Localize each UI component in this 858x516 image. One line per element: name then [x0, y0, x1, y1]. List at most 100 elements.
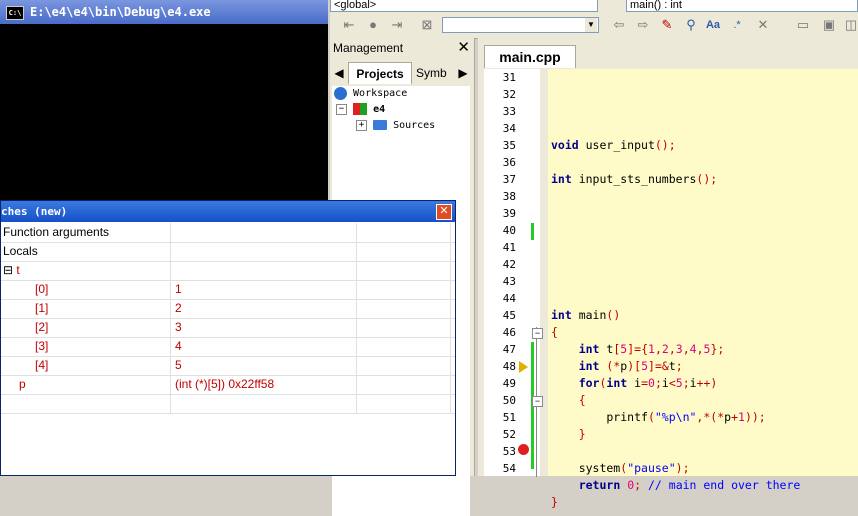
current-line-arrow-icon — [519, 361, 528, 373]
highlight-pen-icon[interactable]: ✎ — [658, 16, 676, 34]
line-number: 35 — [502, 139, 516, 152]
line-number: 36 — [502, 156, 516, 169]
watch-value-cell — [171, 242, 357, 261]
watch-name-cell: ⊟ t — [1, 261, 171, 280]
code-line: } — [578, 427, 586, 441]
line-number: 48 — [502, 360, 516, 373]
find-icon[interactable]: ⚲ — [682, 16, 700, 34]
line-number: 49 — [502, 377, 516, 390]
code-line: printf("%p\n",*(*p+1)); — [551, 410, 766, 424]
watch-row[interactable]: [1] 2 — [1, 299, 455, 319]
chevron-down-icon[interactable]: ▼ — [585, 18, 597, 32]
watches-window: ches (new) ✕ Function arguments Locals ⊟ t… — [0, 200, 456, 476]
console-icon: C:\ — [6, 5, 24, 20]
line-number: 47 — [502, 343, 516, 356]
watch-row[interactable]: [3] 4 — [1, 337, 455, 357]
line-number: 43 — [502, 275, 516, 288]
watch-type-cell — [357, 261, 451, 280]
jump-forward-icon[interactable]: ⇥ — [388, 16, 406, 34]
watch-type-cell — [357, 318, 451, 337]
watch-value-cell — [171, 261, 357, 280]
clear-icon[interactable]: ⊠ — [418, 16, 436, 34]
tree-item-project[interactable]: − e4 — [336, 102, 385, 118]
expand-icon[interactable]: + — [356, 119, 367, 131]
breakpoint-icon[interactable] — [518, 444, 529, 455]
line-number: 45 — [502, 309, 516, 322]
watch-row[interactable]: [2] 3 — [1, 318, 455, 338]
editor-pane: main.cpp 31 32 33 34 35 36 37 38 39 40 41 42 43 44 45 4… — [478, 38, 858, 509]
watch-type-cell — [357, 356, 451, 375]
line-gutter[interactable]: 31 32 33 34 35 36 37 38 39 40 41 42 43 44 45 46 47 48 49 50… — [484, 69, 543, 477]
search-combo[interactable]: ▼ — [442, 17, 599, 33]
watch-name-cell: [0] — [1, 280, 171, 299]
watch-row[interactable]: ⊟ t — [1, 261, 455, 281]
collapse-icon[interactable]: − — [336, 103, 347, 115]
watch-row[interactable]: Locals — [1, 242, 455, 262]
fold-collapse-icon[interactable]: − — [532, 396, 543, 407]
code-line: int input_sts_numbers(); — [551, 172, 718, 186]
code-line: int (*p)[5]=&t; — [578, 359, 683, 373]
code-line: for(int i=0;i<5;i++) — [578, 376, 718, 390]
window-dual-icon[interactable]: ◫ — [842, 16, 858, 34]
window-icon[interactable]: ▣ — [820, 16, 838, 34]
line-number: 34 — [502, 122, 516, 135]
watch-name: t — [16, 263, 20, 277]
code-line: system("pause"); — [551, 461, 690, 475]
line-number: 46 — [502, 326, 516, 339]
tree-label-sources: Sources — [393, 120, 436, 131]
fold-collapse-icon[interactable]: − — [532, 328, 543, 339]
watch-row[interactable]: [4] 5 — [1, 356, 455, 376]
watch-row[interactable] — [1, 394, 455, 414]
tab-scroll-left-icon[interactable]: ◀ — [332, 62, 346, 84]
line-number: 51 — [502, 411, 516, 424]
arrow-left-icon[interactable]: ⇦ — [610, 16, 628, 34]
line-number: 53 — [502, 445, 516, 458]
line-number: 42 — [502, 258, 516, 271]
tab-symbols[interactable]: Symb — [416, 62, 456, 84]
watch-value-cell: 5 — [171, 356, 357, 375]
watch-row[interactable]: [0] 1 — [1, 280, 455, 300]
tree-item-workspace[interactable]: Workspace — [334, 86, 407, 102]
line-number: 40 — [502, 224, 516, 237]
watch-name: [3] — [35, 339, 49, 353]
tab-projects[interactable]: Projects — [348, 62, 412, 84]
watch-type-cell — [357, 299, 451, 318]
watches-grid: Function arguments Locals ⊟ t [0] 1 [1] 2 [2] 3[… — [1, 223, 455, 473]
watch-row[interactable]: Function arguments — [1, 223, 455, 243]
line-number: 33 — [502, 105, 516, 118]
watch-value-cell: 3 — [171, 318, 357, 337]
regex-icon[interactable]: .* — [728, 16, 746, 34]
jump-back-icon[interactable]: ⇤ — [340, 16, 358, 34]
watch-row[interactable]: p (int (*)[5]) 0x22ff58 — [1, 375, 455, 395]
scope-combo[interactable]: <global> — [330, 0, 598, 12]
bookmark-dot-icon[interactable]: ● — [364, 16, 382, 34]
code-line: { — [578, 393, 586, 407]
watch-name: [4] — [35, 358, 49, 372]
watch-value-cell: 2 — [171, 299, 357, 318]
match-case-icon[interactable]: Aa — [704, 16, 722, 34]
watch-name: Locals — [3, 244, 38, 258]
close-search-icon[interactable]: ✕ — [754, 16, 772, 34]
watches-title-bar[interactable]: ches (new) — [1, 201, 455, 222]
tree-item-sources[interactable]: + Sources — [356, 118, 435, 134]
code-area[interactable]: void user_input(); int input_sts_numbers… — [548, 69, 858, 509]
line-number: 50 — [502, 394, 516, 407]
watch-name-cell — [1, 394, 171, 413]
tab-main-cpp[interactable]: main.cpp — [484, 45, 576, 68]
arrow-right-icon[interactable]: ⇨ — [634, 16, 652, 34]
collapse-icon[interactable]: ⊟ — [3, 263, 16, 277]
close-icon[interactable]: ✕ — [436, 204, 452, 220]
watches-title: ches (new) — [1, 205, 68, 218]
console-title-bar[interactable]: C:\ E:\e4\e4\bin\Debug\e4.exe — [0, 0, 328, 24]
line-number: 52 — [502, 428, 516, 441]
project-icon — [353, 103, 368, 115]
watch-name: [1] — [35, 301, 49, 315]
management-title: Management — [333, 41, 404, 55]
panel-icon[interactable]: ▭ — [794, 16, 812, 34]
code-line: int t[5]={1,2,3,4,5}; — [578, 342, 725, 356]
function-combo[interactable]: main() : int — [626, 0, 858, 12]
line-number: 39 — [502, 207, 516, 220]
code-line: } — [551, 495, 558, 509]
close-icon[interactable]: ✕ — [457, 39, 470, 57]
line-number: 38 — [502, 190, 516, 203]
